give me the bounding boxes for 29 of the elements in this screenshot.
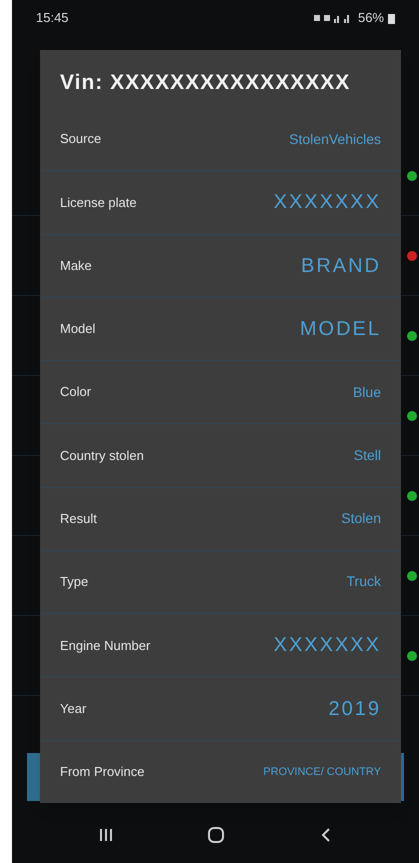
battery-icon: [388, 12, 395, 24]
field-label: Model: [60, 320, 96, 338]
field-value: XXXXXXX: [274, 190, 381, 216]
field-label: Color: [60, 383, 92, 402]
field-label: Source: [60, 130, 102, 148]
home-icon[interactable]: [207, 826, 226, 844]
field-value: PROVINCE/ COUNTRY: [263, 764, 381, 780]
field-label: Make: [60, 256, 92, 275]
field-label: Result: [60, 510, 97, 528]
field-value: XXXXXXX: [274, 633, 381, 658]
battery-level: 56%: [358, 9, 384, 28]
back-icon[interactable]: [320, 827, 332, 843]
field-value: Truck: [346, 572, 381, 592]
recent-apps-icon[interactable]: [99, 828, 114, 842]
field-value: Stolen: [341, 509, 381, 528]
field-value: BRAND: [300, 254, 381, 279]
field-label: Year: [60, 700, 86, 718]
field-label: From Province: [60, 763, 145, 782]
clock-time: 15:45: [36, 9, 69, 28]
field-label: Country stolen: [60, 446, 144, 465]
field-value: MODEL: [300, 316, 381, 342]
field-label: Engine Number: [60, 636, 150, 655]
field-value: StolenVehicles: [289, 130, 381, 149]
field-value: Blue: [352, 382, 381, 402]
dialog-title: Vin: XXXXXXXXXXXXXXXX: [59, 70, 352, 96]
field-label: License plate: [60, 194, 137, 212]
field-value: 2019: [328, 696, 381, 722]
field-value: Stell: [354, 446, 381, 465]
field-label: Type: [60, 573, 88, 592]
